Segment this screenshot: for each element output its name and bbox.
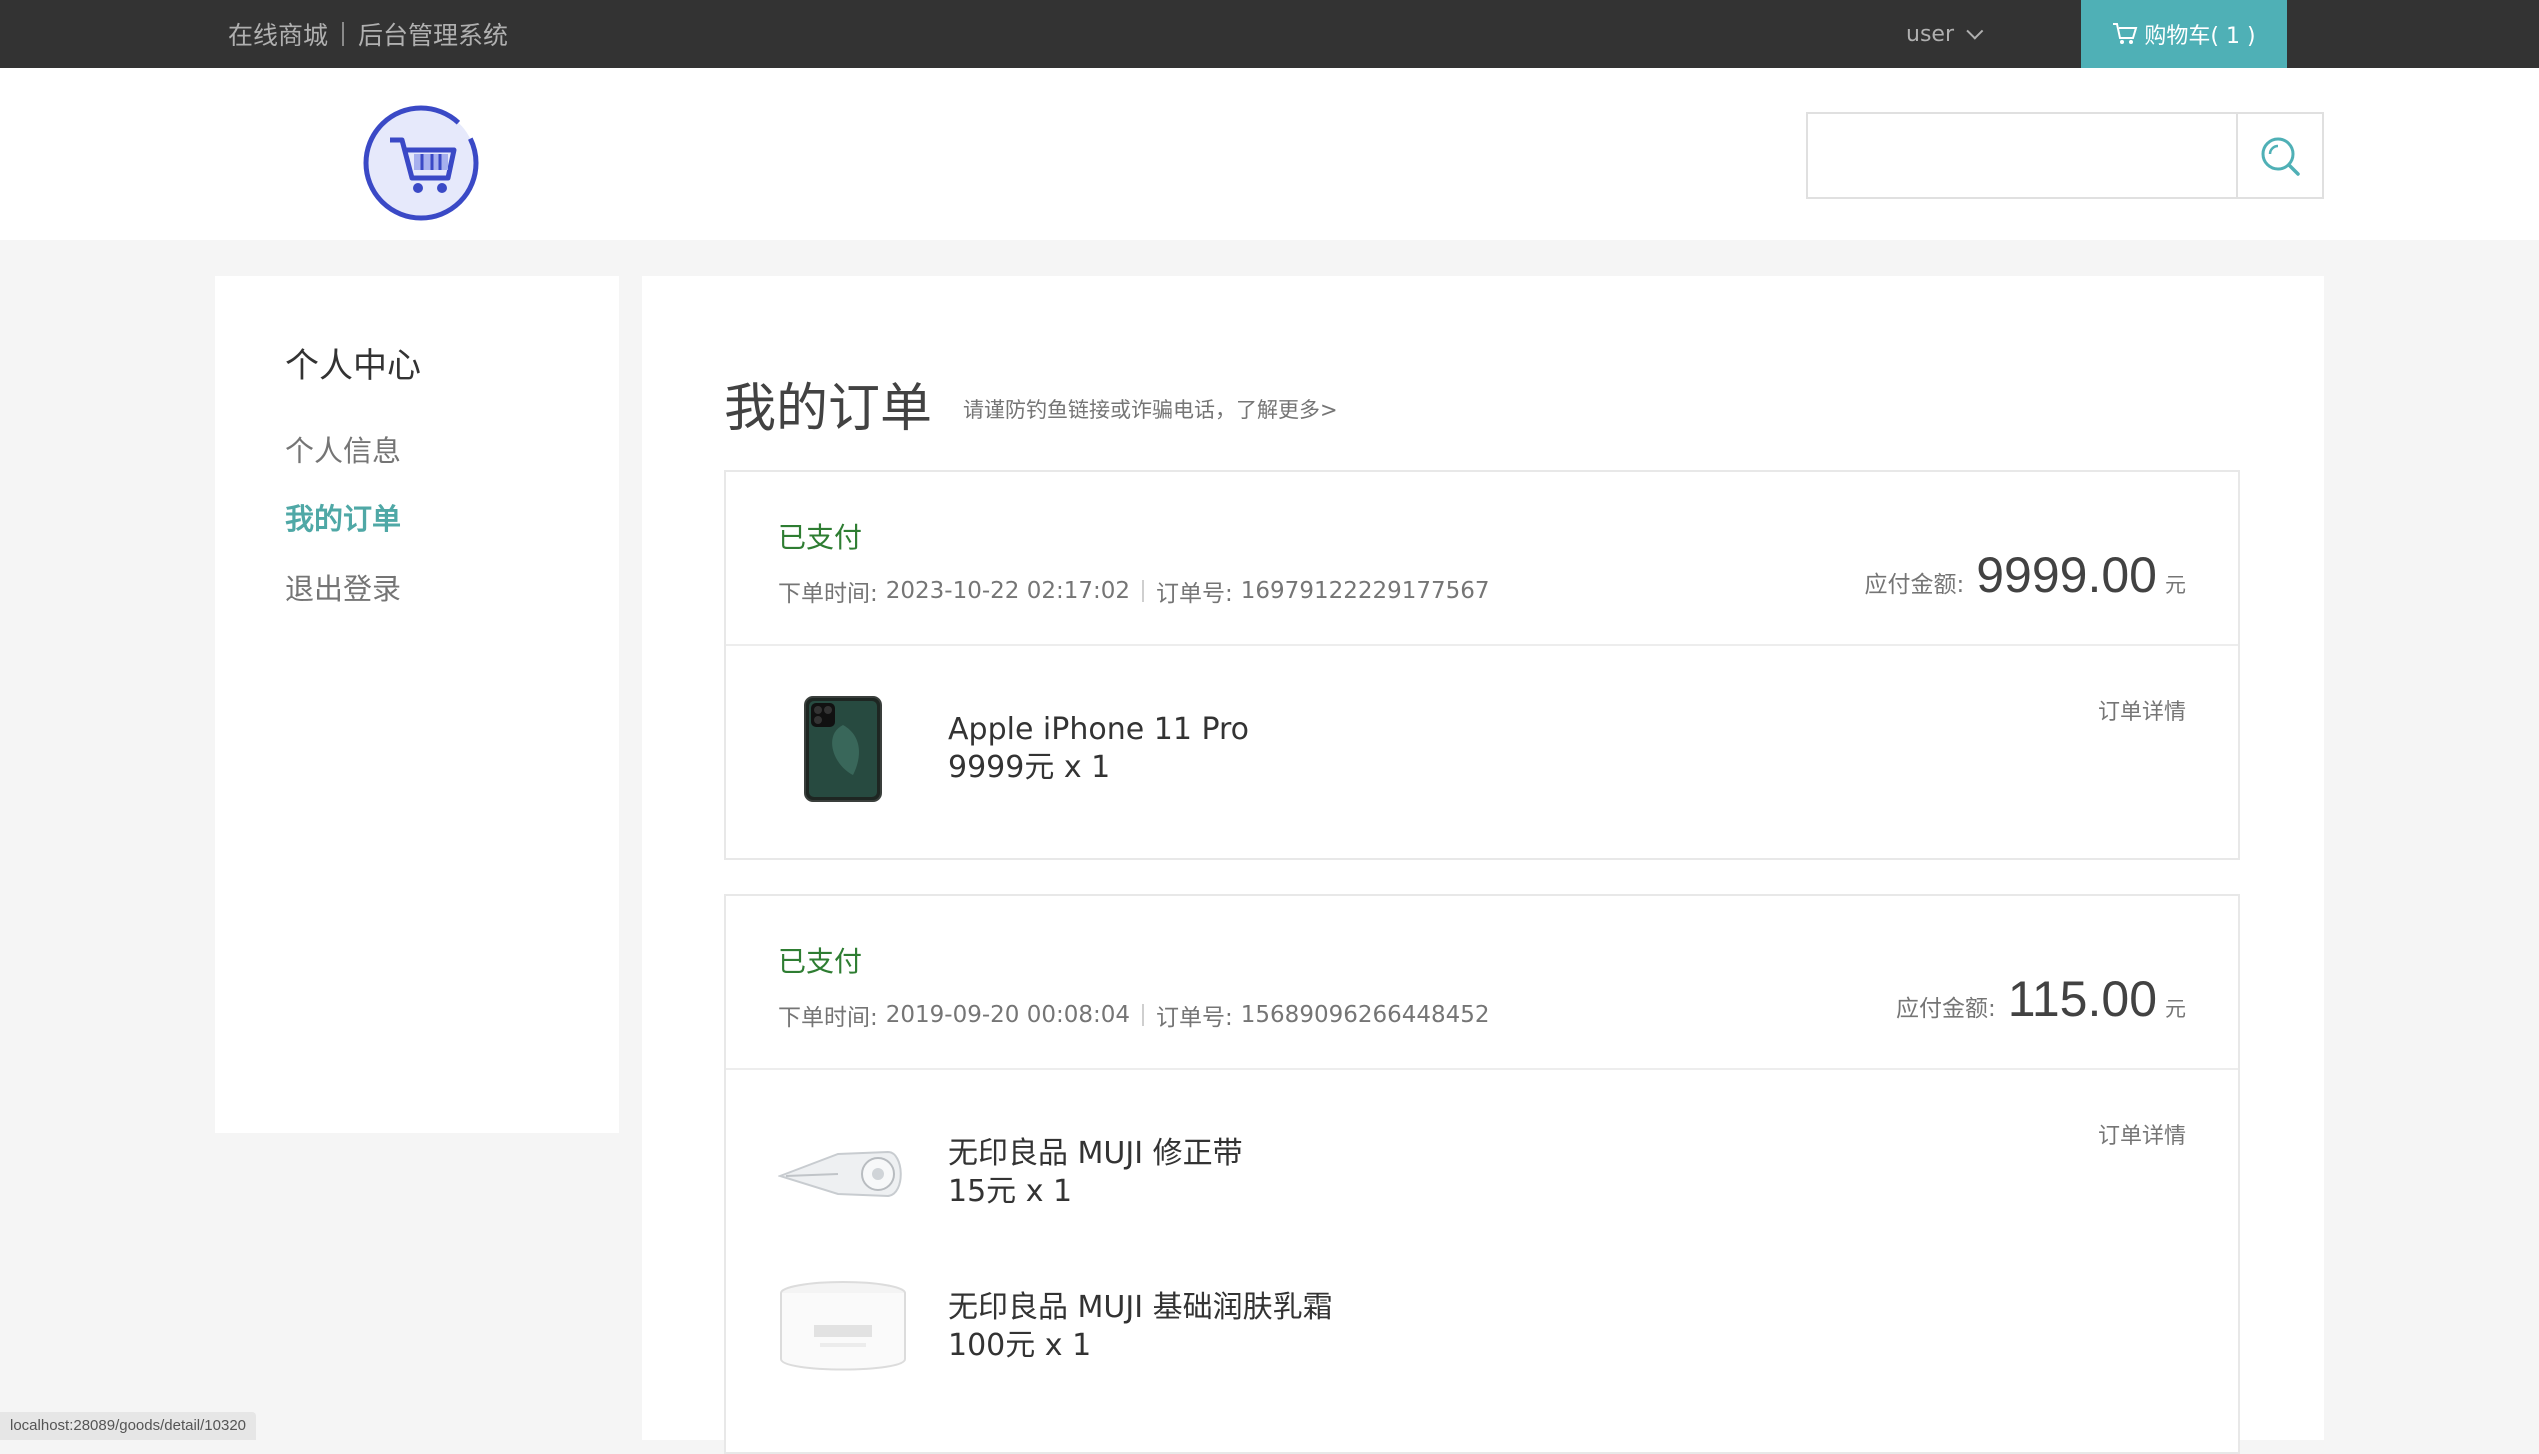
- order-time: 2023-10-22 02:17:02: [885, 578, 1131, 604]
- order-time: 2019-09-20 00:08:04: [885, 1002, 1131, 1028]
- order-no-label: 订单号:: [1156, 1005, 1233, 1031]
- order-total: 应付金额: 115.00 元: [1896, 970, 2186, 1028]
- search-input[interactable]: [1808, 114, 2236, 197]
- search-box: [1806, 112, 2324, 199]
- search-button[interactable]: [2236, 114, 2322, 197]
- order-time-label: 下单时间:: [778, 1005, 878, 1031]
- order-meta: 下单时间: 2023-10-22 02:17:02 订单号: 169791222…: [778, 574, 1490, 608]
- order-card: 已支付 下单时间: 2023-10-22 02:17:02 订单号: 16979…: [724, 470, 2240, 860]
- browser-status-url: localhost:28089/goods/detail/10320: [0, 1412, 257, 1440]
- meta-divider: [1142, 580, 1145, 602]
- phone-image: [778, 694, 908, 804]
- order-total: 应付金额: 9999.00 元: [1865, 546, 2187, 604]
- order-goods-item[interactable]: 无印良品 MUJI 基础润肤乳霜 100元 x 1: [778, 1272, 1333, 1382]
- order-goods-item[interactable]: Apple iPhone 11 Pro 9999元 x 1: [778, 694, 1249, 804]
- goods-name: Apple iPhone 11 Pro: [948, 712, 1250, 747]
- order-header: 已支付 下单时间: 2023-10-22 02:17:02 订单号: 16979…: [726, 472, 2238, 646]
- sidebar-title: 个人中心: [285, 346, 421, 386]
- order-total-unit: 元: [2165, 573, 2186, 597]
- anti-fraud-notice-link[interactable]: 请谨防钓鱼链接或诈骗电话，了解更多>: [963, 394, 1338, 424]
- link-online-mall[interactable]: 在线商城: [228, 16, 328, 52]
- order-total-unit: 元: [2165, 997, 2186, 1021]
- top-bar: 在线商城 后台管理系统 user 购物车( 1 ): [0, 0, 2539, 68]
- order-total-amount: 9999.00: [1976, 547, 2157, 603]
- sidebar-item-my-orders[interactable]: 我的订单: [285, 496, 401, 538]
- page-title: 我的订单: [724, 379, 933, 439]
- order-detail-link[interactable]: 订单详情: [2098, 1118, 2186, 1150]
- order-total-label: 应付金额:: [1896, 996, 1996, 1022]
- shop-logo[interactable]: [362, 104, 480, 222]
- top-links: 在线商城 后台管理系统: [228, 0, 508, 68]
- search-icon: [2261, 137, 2300, 176]
- order-no-label: 订单号:: [1156, 581, 1233, 607]
- header: [0, 68, 2539, 240]
- cart-button[interactable]: 购物车( 1 ): [2081, 0, 2287, 68]
- order-detail-link[interactable]: 订单详情: [2098, 694, 2186, 726]
- order-no: 16979122229177567: [1240, 578, 1490, 604]
- shopping-cart-logo-icon: [363, 105, 479, 221]
- link-divider: [342, 22, 345, 46]
- meta-divider: [1142, 1004, 1145, 1026]
- order-meta: 下单时间: 2019-09-20 00:08:04 订单号: 156890962…: [778, 998, 1490, 1032]
- order-no: 15689096266448452: [1240, 1002, 1490, 1028]
- goods-price: 15元 x 1: [948, 1174, 1073, 1209]
- order-header: 已支付 下单时间: 2019-09-20 00:08:04 订单号: 15689…: [726, 896, 2238, 1070]
- sidebar-item-profile[interactable]: 个人信息: [285, 428, 401, 470]
- user-menu[interactable]: user: [1906, 0, 1984, 68]
- order-time-label: 下单时间:: [778, 581, 878, 607]
- link-admin-system[interactable]: 后台管理系统: [358, 16, 508, 52]
- chevron-down-icon: [1966, 22, 1984, 40]
- main-content: 我的订单 请谨防钓鱼链接或诈骗电话，了解更多> 已支付 下单时间: 2023-1…: [642, 276, 2324, 1454]
- cart-icon: [2113, 23, 2138, 44]
- user-name: user: [1906, 21, 1954, 47]
- goods-name: 无印良品 MUJI 基础润肤乳霜: [948, 1290, 1333, 1325]
- goods-price: 9999元 x 1: [948, 750, 1111, 785]
- sidebar: 个人中心 个人信息 我的订单 退出登录: [215, 276, 619, 1133]
- order-goods-item[interactable]: 无印良品 MUJI 修正带 15元 x 1: [778, 1118, 1243, 1228]
- order-status: 已支付: [778, 521, 863, 554]
- cart-label: 购物车( 1 ): [2144, 24, 2256, 49]
- order-status: 已支付: [778, 945, 863, 978]
- goods-price: 100元 x 1: [948, 1328, 1092, 1363]
- cream-jar-image: [778, 1272, 908, 1382]
- order-total-amount: 115.00: [2007, 971, 2157, 1027]
- order-total-label: 应付金额:: [1864, 572, 1965, 598]
- correction-tape-image: [778, 1118, 908, 1228]
- goods-name: 无印良品 MUJI 修正带: [948, 1136, 1243, 1171]
- order-card: 已支付 下单时间: 2019-09-20 00:08:04 订单号: 15689…: [724, 894, 2240, 1454]
- sidebar-item-logout[interactable]: 退出登录: [285, 566, 401, 608]
